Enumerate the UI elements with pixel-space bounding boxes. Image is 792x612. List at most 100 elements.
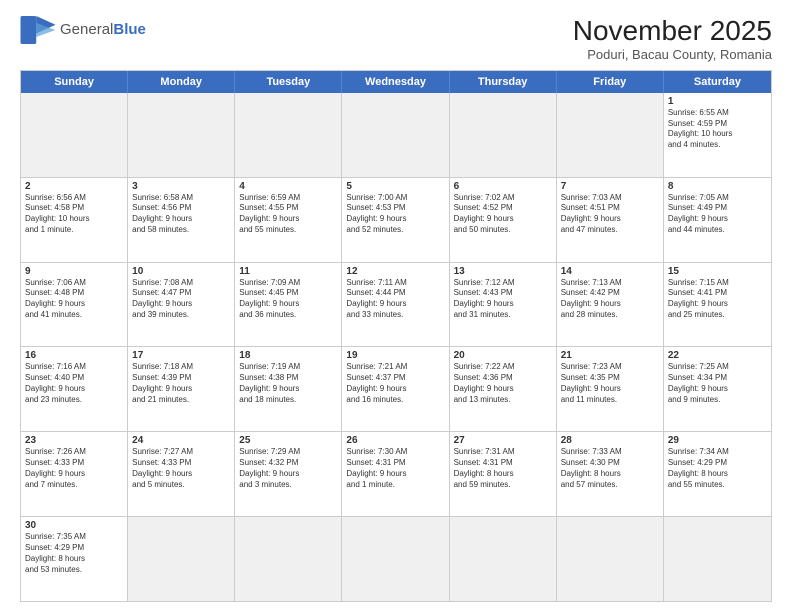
day-number: 21 <box>561 350 659 361</box>
cell-info: Sunrise: 7:35 AM Sunset: 4:29 PM Dayligh… <box>25 532 123 575</box>
cal-cell: 8Sunrise: 7:05 AM Sunset: 4:49 PM Daylig… <box>664 178 771 262</box>
cell-info: Sunrise: 7:22 AM Sunset: 4:36 PM Dayligh… <box>454 362 552 405</box>
week-row-3: 9Sunrise: 7:06 AM Sunset: 4:48 PM Daylig… <box>21 262 771 347</box>
logo: GeneralBlue <box>20 16 146 44</box>
day-header-friday: Friday <box>557 71 664 93</box>
calendar-body: 1Sunrise: 6:55 AM Sunset: 4:59 PM Daylig… <box>21 93 771 601</box>
day-number: 4 <box>239 181 337 192</box>
calendar-header: SundayMondayTuesdayWednesdayThursdayFrid… <box>21 71 771 93</box>
cal-cell: 17Sunrise: 7:18 AM Sunset: 4:39 PM Dayli… <box>128 347 235 431</box>
cell-info: Sunrise: 6:58 AM Sunset: 4:56 PM Dayligh… <box>132 193 230 236</box>
cal-cell <box>128 517 235 601</box>
cal-cell: 21Sunrise: 7:23 AM Sunset: 4:35 PM Dayli… <box>557 347 664 431</box>
week-row-5: 23Sunrise: 7:26 AM Sunset: 4:33 PM Dayli… <box>21 431 771 516</box>
cal-cell <box>128 93 235 177</box>
cell-info: Sunrise: 7:00 AM Sunset: 4:53 PM Dayligh… <box>346 193 444 236</box>
page: GeneralBlue November 2025 Poduri, Bacau … <box>0 0 792 612</box>
cell-info: Sunrise: 6:56 AM Sunset: 4:58 PM Dayligh… <box>25 193 123 236</box>
day-header-saturday: Saturday <box>664 71 771 93</box>
cell-info: Sunrise: 7:18 AM Sunset: 4:39 PM Dayligh… <box>132 362 230 405</box>
cal-cell: 30Sunrise: 7:35 AM Sunset: 4:29 PM Dayli… <box>21 517 128 601</box>
cal-cell: 9Sunrise: 7:06 AM Sunset: 4:48 PM Daylig… <box>21 263 128 347</box>
day-number: 24 <box>132 435 230 446</box>
cal-cell: 14Sunrise: 7:13 AM Sunset: 4:42 PM Dayli… <box>557 263 664 347</box>
cal-cell <box>557 93 664 177</box>
day-number: 1 <box>668 96 767 107</box>
day-number: 9 <box>25 266 123 277</box>
logo-icon <box>20 16 56 44</box>
day-number: 6 <box>454 181 552 192</box>
cal-cell: 6Sunrise: 7:02 AM Sunset: 4:52 PM Daylig… <box>450 178 557 262</box>
day-header-wednesday: Wednesday <box>342 71 449 93</box>
title-area: November 2025 Poduri, Bacau County, Roma… <box>573 16 772 62</box>
day-number: 26 <box>346 435 444 446</box>
cell-info: Sunrise: 7:26 AM Sunset: 4:33 PM Dayligh… <box>25 447 123 490</box>
cal-cell: 15Sunrise: 7:15 AM Sunset: 4:41 PM Dayli… <box>664 263 771 347</box>
day-number: 7 <box>561 181 659 192</box>
cal-cell: 5Sunrise: 7:00 AM Sunset: 4:53 PM Daylig… <box>342 178 449 262</box>
cal-cell: 23Sunrise: 7:26 AM Sunset: 4:33 PM Dayli… <box>21 432 128 516</box>
cal-cell: 19Sunrise: 7:21 AM Sunset: 4:37 PM Dayli… <box>342 347 449 431</box>
cell-info: Sunrise: 7:19 AM Sunset: 4:38 PM Dayligh… <box>239 362 337 405</box>
cell-info: Sunrise: 7:08 AM Sunset: 4:47 PM Dayligh… <box>132 278 230 321</box>
cal-cell: 26Sunrise: 7:30 AM Sunset: 4:31 PM Dayli… <box>342 432 449 516</box>
day-number: 5 <box>346 181 444 192</box>
cal-cell: 20Sunrise: 7:22 AM Sunset: 4:36 PM Dayli… <box>450 347 557 431</box>
cell-info: Sunrise: 7:25 AM Sunset: 4:34 PM Dayligh… <box>668 362 767 405</box>
cell-info: Sunrise: 7:34 AM Sunset: 4:29 PM Dayligh… <box>668 447 767 490</box>
day-number: 23 <box>25 435 123 446</box>
cal-cell: 24Sunrise: 7:27 AM Sunset: 4:33 PM Dayli… <box>128 432 235 516</box>
cal-cell <box>21 93 128 177</box>
calendar: SundayMondayTuesdayWednesdayThursdayFrid… <box>20 70 772 602</box>
day-number: 19 <box>346 350 444 361</box>
day-number: 27 <box>454 435 552 446</box>
day-number: 13 <box>454 266 552 277</box>
cell-info: Sunrise: 7:05 AM Sunset: 4:49 PM Dayligh… <box>668 193 767 236</box>
cell-info: Sunrise: 6:55 AM Sunset: 4:59 PM Dayligh… <box>668 108 767 151</box>
cal-cell <box>342 517 449 601</box>
day-number: 16 <box>25 350 123 361</box>
day-number: 30 <box>25 520 123 531</box>
header: GeneralBlue November 2025 Poduri, Bacau … <box>20 16 772 62</box>
cal-cell: 1Sunrise: 6:55 AM Sunset: 4:59 PM Daylig… <box>664 93 771 177</box>
month-title: November 2025 <box>573 16 772 47</box>
day-header-thursday: Thursday <box>450 71 557 93</box>
day-number: 2 <box>25 181 123 192</box>
day-number: 18 <box>239 350 337 361</box>
cell-info: Sunrise: 7:03 AM Sunset: 4:51 PM Dayligh… <box>561 193 659 236</box>
cell-info: Sunrise: 7:31 AM Sunset: 4:31 PM Dayligh… <box>454 447 552 490</box>
cell-info: Sunrise: 7:12 AM Sunset: 4:43 PM Dayligh… <box>454 278 552 321</box>
cal-cell: 7Sunrise: 7:03 AM Sunset: 4:51 PM Daylig… <box>557 178 664 262</box>
cal-cell: 18Sunrise: 7:19 AM Sunset: 4:38 PM Dayli… <box>235 347 342 431</box>
cal-cell: 3Sunrise: 6:58 AM Sunset: 4:56 PM Daylig… <box>128 178 235 262</box>
cal-cell: 22Sunrise: 7:25 AM Sunset: 4:34 PM Dayli… <box>664 347 771 431</box>
cal-cell: 16Sunrise: 7:16 AM Sunset: 4:40 PM Dayli… <box>21 347 128 431</box>
subtitle: Poduri, Bacau County, Romania <box>573 47 772 62</box>
day-number: 12 <box>346 266 444 277</box>
day-header-monday: Monday <box>128 71 235 93</box>
cal-cell: 25Sunrise: 7:29 AM Sunset: 4:32 PM Dayli… <box>235 432 342 516</box>
cal-cell: 4Sunrise: 6:59 AM Sunset: 4:55 PM Daylig… <box>235 178 342 262</box>
cal-cell: 11Sunrise: 7:09 AM Sunset: 4:45 PM Dayli… <box>235 263 342 347</box>
cal-cell: 2Sunrise: 6:56 AM Sunset: 4:58 PM Daylig… <box>21 178 128 262</box>
day-number: 22 <box>668 350 767 361</box>
cell-info: Sunrise: 7:23 AM Sunset: 4:35 PM Dayligh… <box>561 362 659 405</box>
cell-info: Sunrise: 7:02 AM Sunset: 4:52 PM Dayligh… <box>454 193 552 236</box>
cal-cell <box>235 93 342 177</box>
cal-cell: 28Sunrise: 7:33 AM Sunset: 4:30 PM Dayli… <box>557 432 664 516</box>
week-row-1: 1Sunrise: 6:55 AM Sunset: 4:59 PM Daylig… <box>21 93 771 177</box>
cell-info: Sunrise: 7:21 AM Sunset: 4:37 PM Dayligh… <box>346 362 444 405</box>
day-number: 10 <box>132 266 230 277</box>
day-number: 28 <box>561 435 659 446</box>
cal-cell <box>664 517 771 601</box>
cell-info: Sunrise: 7:06 AM Sunset: 4:48 PM Dayligh… <box>25 278 123 321</box>
cal-cell: 12Sunrise: 7:11 AM Sunset: 4:44 PM Dayli… <box>342 263 449 347</box>
day-number: 14 <box>561 266 659 277</box>
day-number: 20 <box>454 350 552 361</box>
cell-info: Sunrise: 7:09 AM Sunset: 4:45 PM Dayligh… <box>239 278 337 321</box>
cal-cell <box>450 517 557 601</box>
day-header-tuesday: Tuesday <box>235 71 342 93</box>
cal-cell: 13Sunrise: 7:12 AM Sunset: 4:43 PM Dayli… <box>450 263 557 347</box>
cell-info: Sunrise: 6:59 AM Sunset: 4:55 PM Dayligh… <box>239 193 337 236</box>
cell-info: Sunrise: 7:27 AM Sunset: 4:33 PM Dayligh… <box>132 447 230 490</box>
